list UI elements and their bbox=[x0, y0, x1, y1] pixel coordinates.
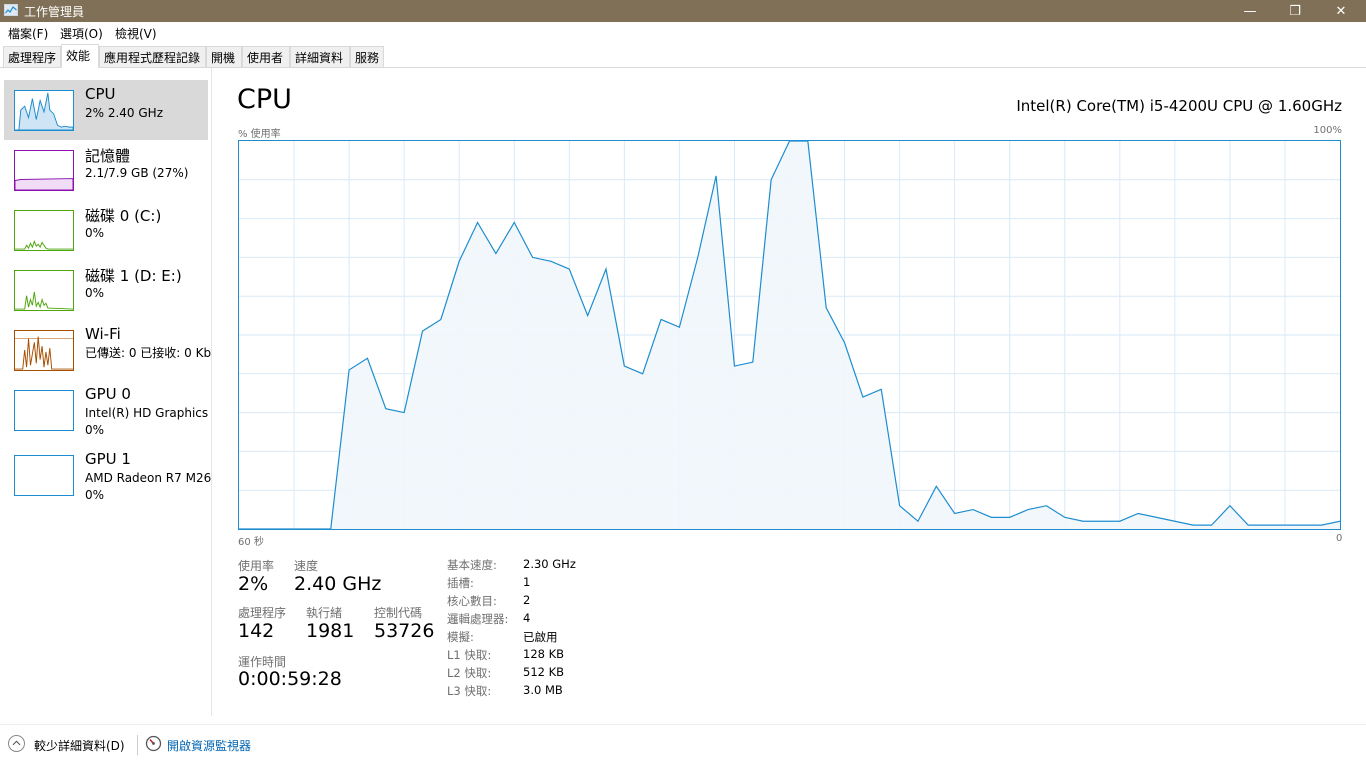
chevron-up-icon[interactable] bbox=[8, 735, 25, 752]
tab-strip: 處理程序 效能 應用程式歷程記錄 開機 使用者 詳細資料 服務 bbox=[0, 42, 1366, 68]
resource-monitor-icon[interactable] bbox=[145, 735, 162, 752]
sidebar-item-cpu[interactable]: CPU 2% 2.40 GHz bbox=[4, 80, 208, 140]
gpu-0-thumbnail bbox=[14, 390, 74, 431]
spec-label: 邏輯處理器: bbox=[447, 612, 509, 626]
sidebar-item-detail: 2% 2.40 GHz bbox=[85, 106, 164, 120]
cpu-usage-graph bbox=[238, 140, 1341, 530]
tab-startup[interactable]: 開機 bbox=[206, 46, 242, 67]
gpu-1-thumbnail bbox=[14, 455, 74, 496]
close-button[interactable]: ✕ bbox=[1318, 0, 1364, 22]
speed-value: 2.40 GHz bbox=[294, 573, 382, 595]
disk-1-thumbnail bbox=[14, 270, 74, 311]
tab-details[interactable]: 詳細資料 bbox=[290, 46, 350, 67]
menu-bar: 檔案(F) 選項(O) 檢視(V) bbox=[0, 22, 1366, 42]
spec-label: 模擬: bbox=[447, 630, 474, 644]
task-manager-icon bbox=[4, 4, 18, 16]
y-max-label: 100% bbox=[1313, 125, 1342, 136]
processes-value: 142 bbox=[238, 620, 275, 642]
spec-value: 2 bbox=[523, 593, 531, 607]
usage-label: 使用率 bbox=[238, 559, 275, 573]
speed-label: 速度 bbox=[294, 559, 319, 573]
handles-label: 控制代碼 bbox=[374, 606, 423, 620]
spec-label: L2 快取: bbox=[447, 666, 492, 680]
spec-value: 3.0 MB bbox=[523, 683, 563, 697]
spec-value: 4 bbox=[523, 611, 531, 625]
sidebar-item-name: 磁碟 0 (C:) bbox=[85, 207, 162, 225]
processes-label: 處理程序 bbox=[238, 606, 287, 620]
spec-label: L3 快取: bbox=[447, 684, 492, 698]
sidebar-item-disk-0[interactable]: 磁碟 0 (C:) 0% bbox=[4, 200, 208, 260]
gpu-0-model: Intel(R) HD Graphics Family bbox=[85, 406, 211, 420]
menu-view[interactable]: 檢視(V) bbox=[115, 25, 157, 42]
usage-value: 2% bbox=[238, 573, 269, 595]
spec-label: 基本速度: bbox=[447, 558, 497, 572]
threads-label: 執行緒 bbox=[306, 606, 343, 620]
tab-users[interactable]: 使用者 bbox=[242, 46, 290, 67]
sidebar-item-gpu-0[interactable]: GPU 0 Intel(R) HD Graphics Family 0% bbox=[4, 380, 211, 440]
gpu-1-model: AMD Radeon R7 M265 bbox=[85, 471, 212, 485]
wifi-thumbnail bbox=[14, 330, 74, 371]
sidebar-item-detail: 已傳送: 0 已接收: 0 Kbps bbox=[85, 346, 212, 360]
footer-divider bbox=[137, 735, 138, 755]
sidebar-item-name: GPU 1 bbox=[85, 450, 131, 468]
minimize-button[interactable]: — bbox=[1227, 0, 1273, 22]
spec-value: 512 KB bbox=[523, 665, 565, 679]
y-axis-label: % 使用率 bbox=[238, 129, 281, 140]
sidebar-item-detail: AMD Radeon R7 M265 0% bbox=[85, 470, 212, 504]
spec-value: 128 KB bbox=[523, 647, 565, 661]
sidebar-item-memory[interactable]: 記憶體 2.1/7.9 GB (27%) bbox=[4, 140, 208, 200]
tab-services[interactable]: 服務 bbox=[350, 46, 384, 67]
memory-thumbnail bbox=[14, 150, 74, 191]
sidebar-item-detail: 0% bbox=[85, 286, 105, 300]
maximize-button[interactable]: ❐ bbox=[1272, 0, 1318, 22]
disk-0-thumbnail bbox=[14, 210, 74, 251]
spec-value: 已啟用 bbox=[523, 630, 558, 644]
tab-processes[interactable]: 處理程序 bbox=[3, 46, 61, 67]
performance-sidebar: CPU 2% 2.40 GHz 記憶體 2.1/7.9 GB (27%) 磁碟 … bbox=[0, 68, 212, 716]
uptime-value: 0:00:59:28 bbox=[238, 668, 342, 690]
sidebar-item-detail: 0% bbox=[85, 226, 105, 240]
threads-value: 1981 bbox=[306, 620, 355, 642]
sidebar-item-detail: 2.1/7.9 GB (27%) bbox=[85, 166, 189, 180]
spec-label: 插槽: bbox=[447, 576, 474, 590]
x-left-label: 60 秒 bbox=[238, 537, 264, 548]
page-title: CPU bbox=[237, 84, 292, 115]
cpu-model-name: Intel(R) Core(TM) i5-4200U CPU @ 1.60GHz bbox=[1016, 97, 1342, 115]
sidebar-item-name: GPU 0 bbox=[85, 385, 131, 403]
tab-app-history[interactable]: 應用程式歷程記錄 bbox=[99, 46, 206, 67]
sidebar-item-disk-1[interactable]: 磁碟 1 (D: E:) 0% bbox=[4, 260, 208, 320]
sidebar-item-detail: Intel(R) HD Graphics Family 0% bbox=[85, 405, 211, 439]
x-right-label: 0 bbox=[1336, 533, 1343, 544]
spec-label: 核心數目: bbox=[447, 594, 497, 608]
open-resource-monitor-link[interactable]: 開啟資源監視器 bbox=[167, 737, 251, 754]
tab-performance[interactable]: 效能 bbox=[61, 44, 99, 68]
cpu-thumbnail bbox=[14, 90, 74, 131]
sidebar-item-name: 磁碟 1 (D: E:) bbox=[85, 267, 182, 285]
sidebar-item-wifi[interactable]: Wi-Fi 已傳送: 0 已接收: 0 Kbps bbox=[4, 320, 211, 380]
sidebar-item-gpu-1[interactable]: GPU 1 AMD Radeon R7 M265 0% bbox=[4, 445, 211, 505]
sidebar-item-name: CPU bbox=[85, 85, 116, 103]
gpu-0-usage: 0% bbox=[85, 423, 105, 437]
title-bar: 工作管理員 — ❐ ✕ bbox=[0, 0, 1366, 22]
spec-label: L1 快取: bbox=[447, 648, 492, 662]
window-title: 工作管理員 bbox=[24, 5, 85, 19]
footer-bar: 較少詳細資料(D) 開啟資源監視器 bbox=[0, 724, 1366, 768]
spec-value: 1 bbox=[523, 575, 531, 589]
sidebar-item-name: 記憶體 bbox=[85, 147, 131, 165]
gpu-1-usage: 0% bbox=[85, 488, 105, 502]
handles-value: 53726 bbox=[374, 620, 435, 642]
menu-file[interactable]: 檔案(F) bbox=[8, 25, 48, 42]
sidebar-item-name: Wi-Fi bbox=[85, 325, 121, 343]
menu-options[interactable]: 選項(O) bbox=[60, 25, 103, 42]
fewer-details-button[interactable]: 較少詳細資料(D) bbox=[34, 737, 125, 754]
spec-value: 2.30 GHz bbox=[523, 557, 576, 571]
